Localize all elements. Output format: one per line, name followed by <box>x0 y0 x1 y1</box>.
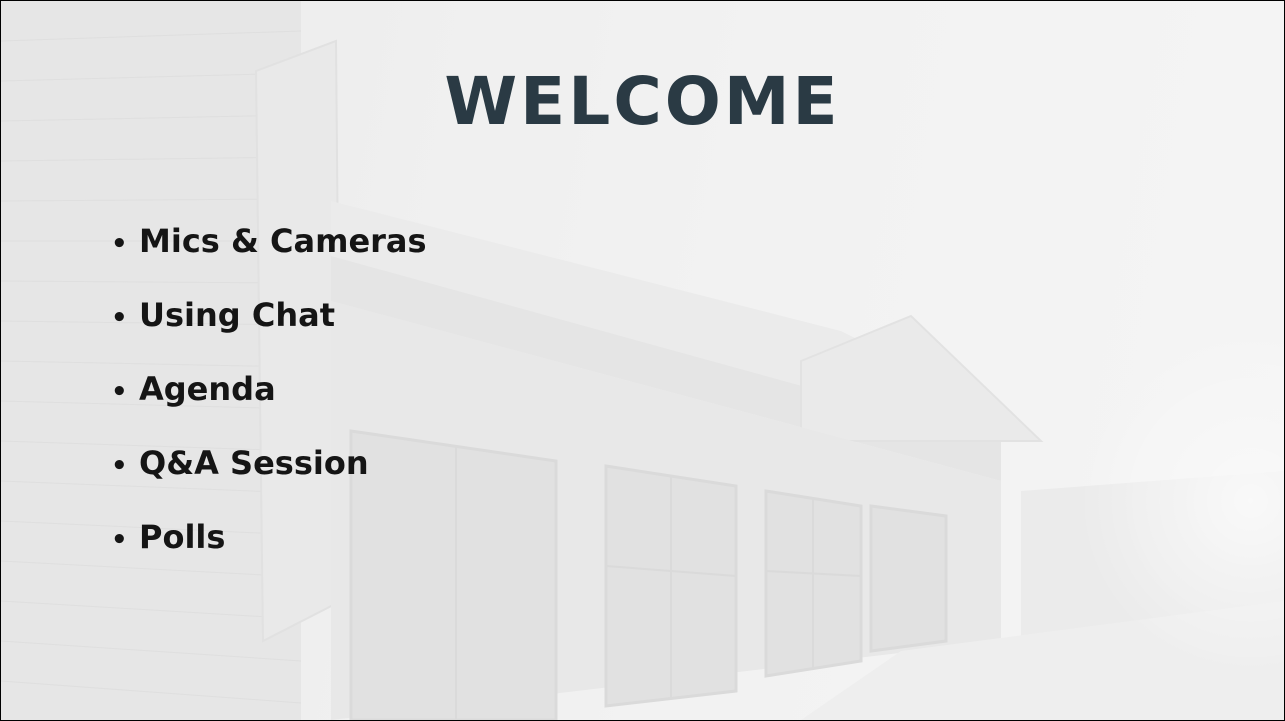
list-item-label: Polls <box>139 518 226 556</box>
bullet-icon: • <box>111 229 128 259</box>
list-item-label: Q&A Session <box>139 444 369 482</box>
bullet-icon: • <box>111 377 128 407</box>
bullet-icon: • <box>111 525 128 555</box>
list-item-label: Using Chat <box>139 296 335 334</box>
presentation-slide: WELCOME • Mics & Cameras • Using Chat • Age… <box>0 0 1285 721</box>
list-item-label: Mics & Cameras <box>139 222 427 260</box>
list-item: • Using Chat <box>111 283 427 357</box>
list-item: • Agenda <box>111 357 427 431</box>
list-item-label: Agenda <box>139 370 276 408</box>
bullet-icon: • <box>111 303 128 333</box>
list-item: • Polls <box>111 505 427 579</box>
bullet-icon: • <box>111 451 128 481</box>
agenda-list: • Mics & Cameras • Using Chat • Agenda • Q&A… <box>111 209 427 579</box>
slide-title: WELCOME <box>444 63 841 140</box>
list-item: • Q&A Session <box>111 431 427 505</box>
list-item: • Mics & Cameras <box>111 209 427 283</box>
